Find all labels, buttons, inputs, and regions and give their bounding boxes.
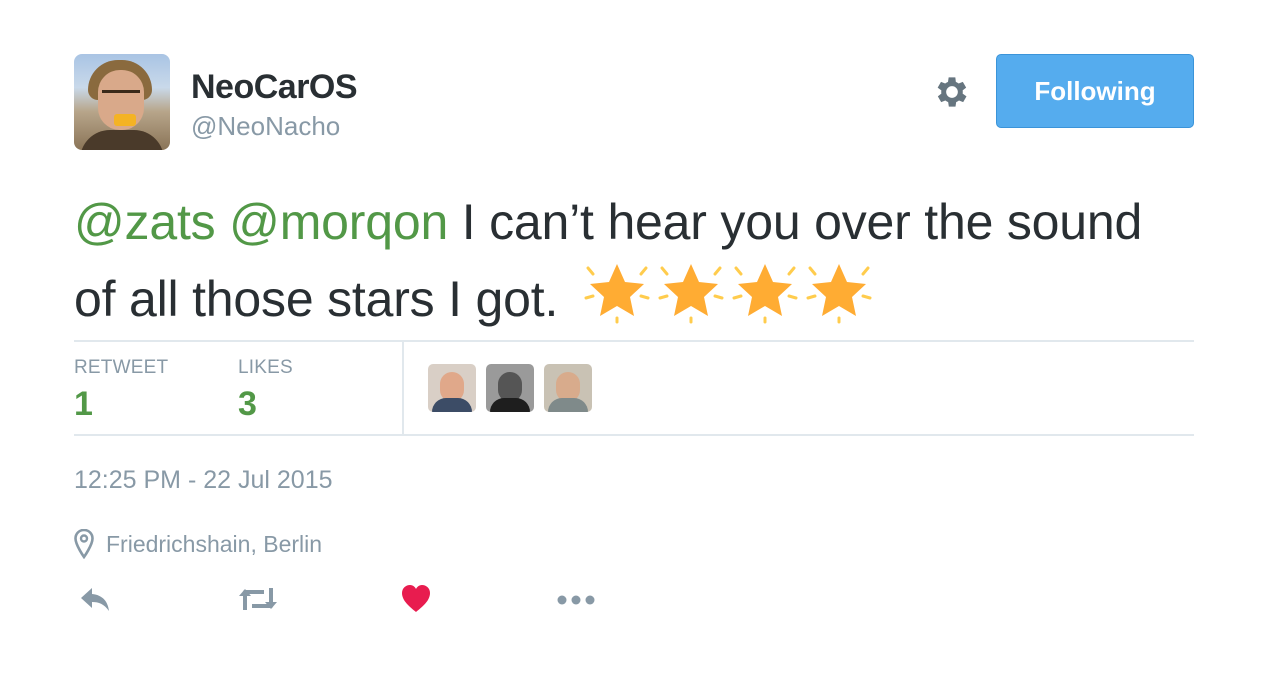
mention-link[interactable]: @morqon <box>229 194 448 250</box>
divider-top <box>74 340 1194 342</box>
retweet-count[interactable]: 1 <box>74 385 93 424</box>
more-icon[interactable] <box>556 582 598 616</box>
user-avatar[interactable] <box>74 54 170 150</box>
liker-body <box>432 398 472 412</box>
heart-icon[interactable] <box>400 582 432 616</box>
star-emoji-group <box>582 258 878 343</box>
gear-icon[interactable] <box>932 72 972 112</box>
retweet-icon[interactable] <box>238 582 278 616</box>
likes-stat-label[interactable]: LIKES <box>238 357 293 379</box>
star-emoji-icon <box>658 264 724 324</box>
star-emoji-icon <box>806 264 872 324</box>
star-emoji-icon <box>584 264 650 324</box>
liker-body <box>548 398 588 412</box>
avatar-body <box>80 130 164 150</box>
reply-icon[interactable] <box>78 582 112 616</box>
user-handle[interactable]: @NeoNacho <box>191 111 340 142</box>
retweet-stat-label[interactable]: RETWEET <box>74 357 168 379</box>
liker-avatar[interactable] <box>544 364 592 412</box>
location-link[interactable]: Friedrichshain, Berlin <box>106 531 322 558</box>
likes-count[interactable]: 3 <box>238 385 257 424</box>
tweet-timestamp[interactable]: 12:25 PM - 22 Jul 2015 <box>74 466 333 495</box>
location-pin-icon <box>74 529 94 559</box>
stats-divider <box>402 342 404 434</box>
liker-avatar[interactable] <box>486 364 534 412</box>
tweet-location: Friedrichshain, Berlin <box>74 529 322 559</box>
tweet-text: @zats @morqon I can’t hear you over the … <box>74 186 1194 343</box>
liker-body <box>490 398 530 412</box>
following-button[interactable]: Following <box>996 54 1194 128</box>
liker-avatar[interactable] <box>428 364 476 412</box>
avatar-nacho <box>114 114 136 126</box>
user-display-name[interactable]: NeoCarOS <box>191 68 358 107</box>
avatar-glasses <box>102 90 140 101</box>
divider-bottom <box>74 434 1194 436</box>
mention-link[interactable]: @zats <box>74 194 216 250</box>
star-emoji-icon <box>732 264 798 324</box>
